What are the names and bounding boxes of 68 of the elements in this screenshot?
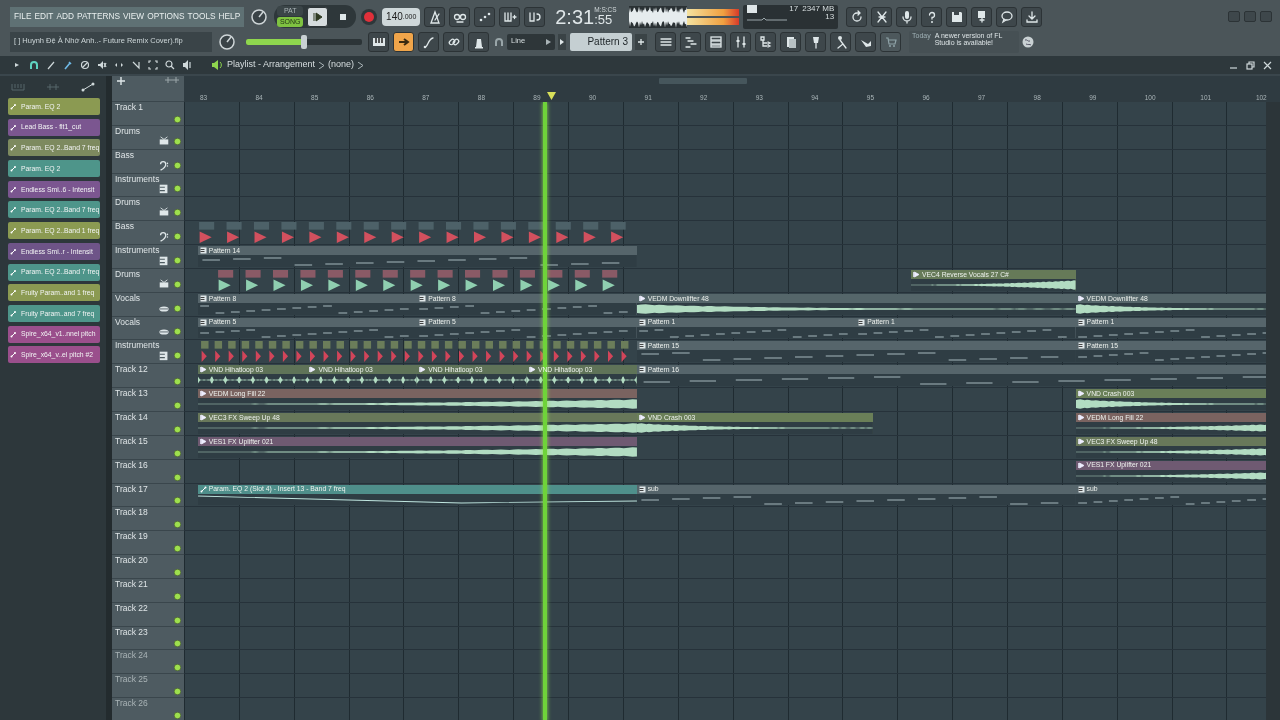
memory-value: 2347 MB xyxy=(802,4,835,14)
arrangement-selector[interactable]: (none) xyxy=(328,60,355,70)
track-name: Drums xyxy=(114,125,141,137)
track-name: Track 24 xyxy=(114,650,148,661)
track-name: Track 12 xyxy=(114,364,148,375)
track-name: Bass xyxy=(114,149,134,161)
menu-item[interactable]: TOOLS xyxy=(187,11,216,22)
track-header[interactable]: Drums xyxy=(112,268,184,293)
track-name: Track 18 xyxy=(114,507,148,518)
track-header[interactable]: Drums xyxy=(112,125,184,150)
track-name: Track 25 xyxy=(114,674,148,685)
track-header[interactable]: Track 17 xyxy=(112,483,184,508)
track-name: Drums xyxy=(114,197,141,208)
pattern-selector[interactable]: Pattern 3 xyxy=(570,32,632,51)
track-name: Instruments xyxy=(114,173,160,184)
track-header[interactable]: Instruments xyxy=(112,340,184,365)
track-name: Track 22 xyxy=(114,602,148,614)
track-header[interactable]: Drums xyxy=(112,197,184,222)
track-header[interactable]: Track 26 xyxy=(112,698,184,720)
track-header[interactable]: Track 20 xyxy=(112,555,184,579)
track-header[interactable]: Track 13 xyxy=(112,388,184,412)
menu-item[interactable]: OPTIONS xyxy=(147,11,185,22)
menu-item[interactable]: VIEW xyxy=(123,11,145,22)
track-name: Drums xyxy=(114,268,141,280)
track-name: Track 21 xyxy=(114,578,148,590)
menu-item[interactable]: ADD xyxy=(56,11,74,22)
track-name: Track 17 xyxy=(114,483,148,494)
menu-item[interactable]: FILE xyxy=(14,11,32,22)
track-header[interactable]: Vocals xyxy=(112,292,184,317)
track-name: Instruments xyxy=(114,340,160,351)
track-name: Track 26 xyxy=(114,698,148,709)
track-header[interactable]: Bass xyxy=(112,221,184,246)
track-header[interactable]: Track 16 xyxy=(112,459,184,484)
track-header[interactable]: Vocals xyxy=(112,316,184,341)
cpu-value: 17 xyxy=(789,4,799,14)
track-name: Track 19 xyxy=(114,531,148,542)
polyphony-value: 13 xyxy=(825,13,835,23)
track-header[interactable]: Track 18 xyxy=(112,507,184,532)
menu-item[interactable]: PATTERNS xyxy=(76,11,120,22)
track-name: Vocals xyxy=(114,292,141,304)
menu-item[interactable]: HELP xyxy=(218,11,241,22)
track-header[interactable]: Track 15 xyxy=(112,435,184,460)
track-header[interactable]: Track 12 xyxy=(112,364,184,389)
track-name: Track 20 xyxy=(114,555,148,566)
track-header[interactable]: Track 22 xyxy=(112,602,184,627)
track-header[interactable]: Instruments xyxy=(112,173,184,198)
track-header[interactable]: Track 23 xyxy=(112,626,184,651)
track-header[interactable]: Track 24 xyxy=(112,650,184,675)
time-display: 2:31 xyxy=(555,5,595,28)
track-name: Track 16 xyxy=(114,459,148,470)
track-header[interactable]: Instruments xyxy=(112,245,184,269)
track-name: Track 1 xyxy=(114,102,144,113)
time-centiseconds: :55 xyxy=(594,13,614,28)
track-header[interactable]: Bass xyxy=(112,149,184,174)
track-header[interactable]: Track 19 xyxy=(112,531,184,556)
playlist-title: Playlist - Arrangement xyxy=(227,60,316,70)
track-name: Vocals xyxy=(114,316,141,327)
track-name: Track 15 xyxy=(114,435,148,447)
track-header[interactable]: Track 25 xyxy=(112,674,184,699)
track-header[interactable]: Track 21 xyxy=(112,578,184,603)
track-name: Track 14 xyxy=(114,411,148,423)
track-name: Track 13 xyxy=(114,388,148,399)
menu-item[interactable]: EDIT xyxy=(34,11,54,22)
track-header[interactable]: Track 1 xyxy=(112,102,184,126)
track-name: Track 23 xyxy=(114,626,148,637)
track-name: Bass xyxy=(114,221,134,232)
track-name: Instruments xyxy=(114,245,160,256)
track-header[interactable]: Track 14 xyxy=(112,411,184,436)
